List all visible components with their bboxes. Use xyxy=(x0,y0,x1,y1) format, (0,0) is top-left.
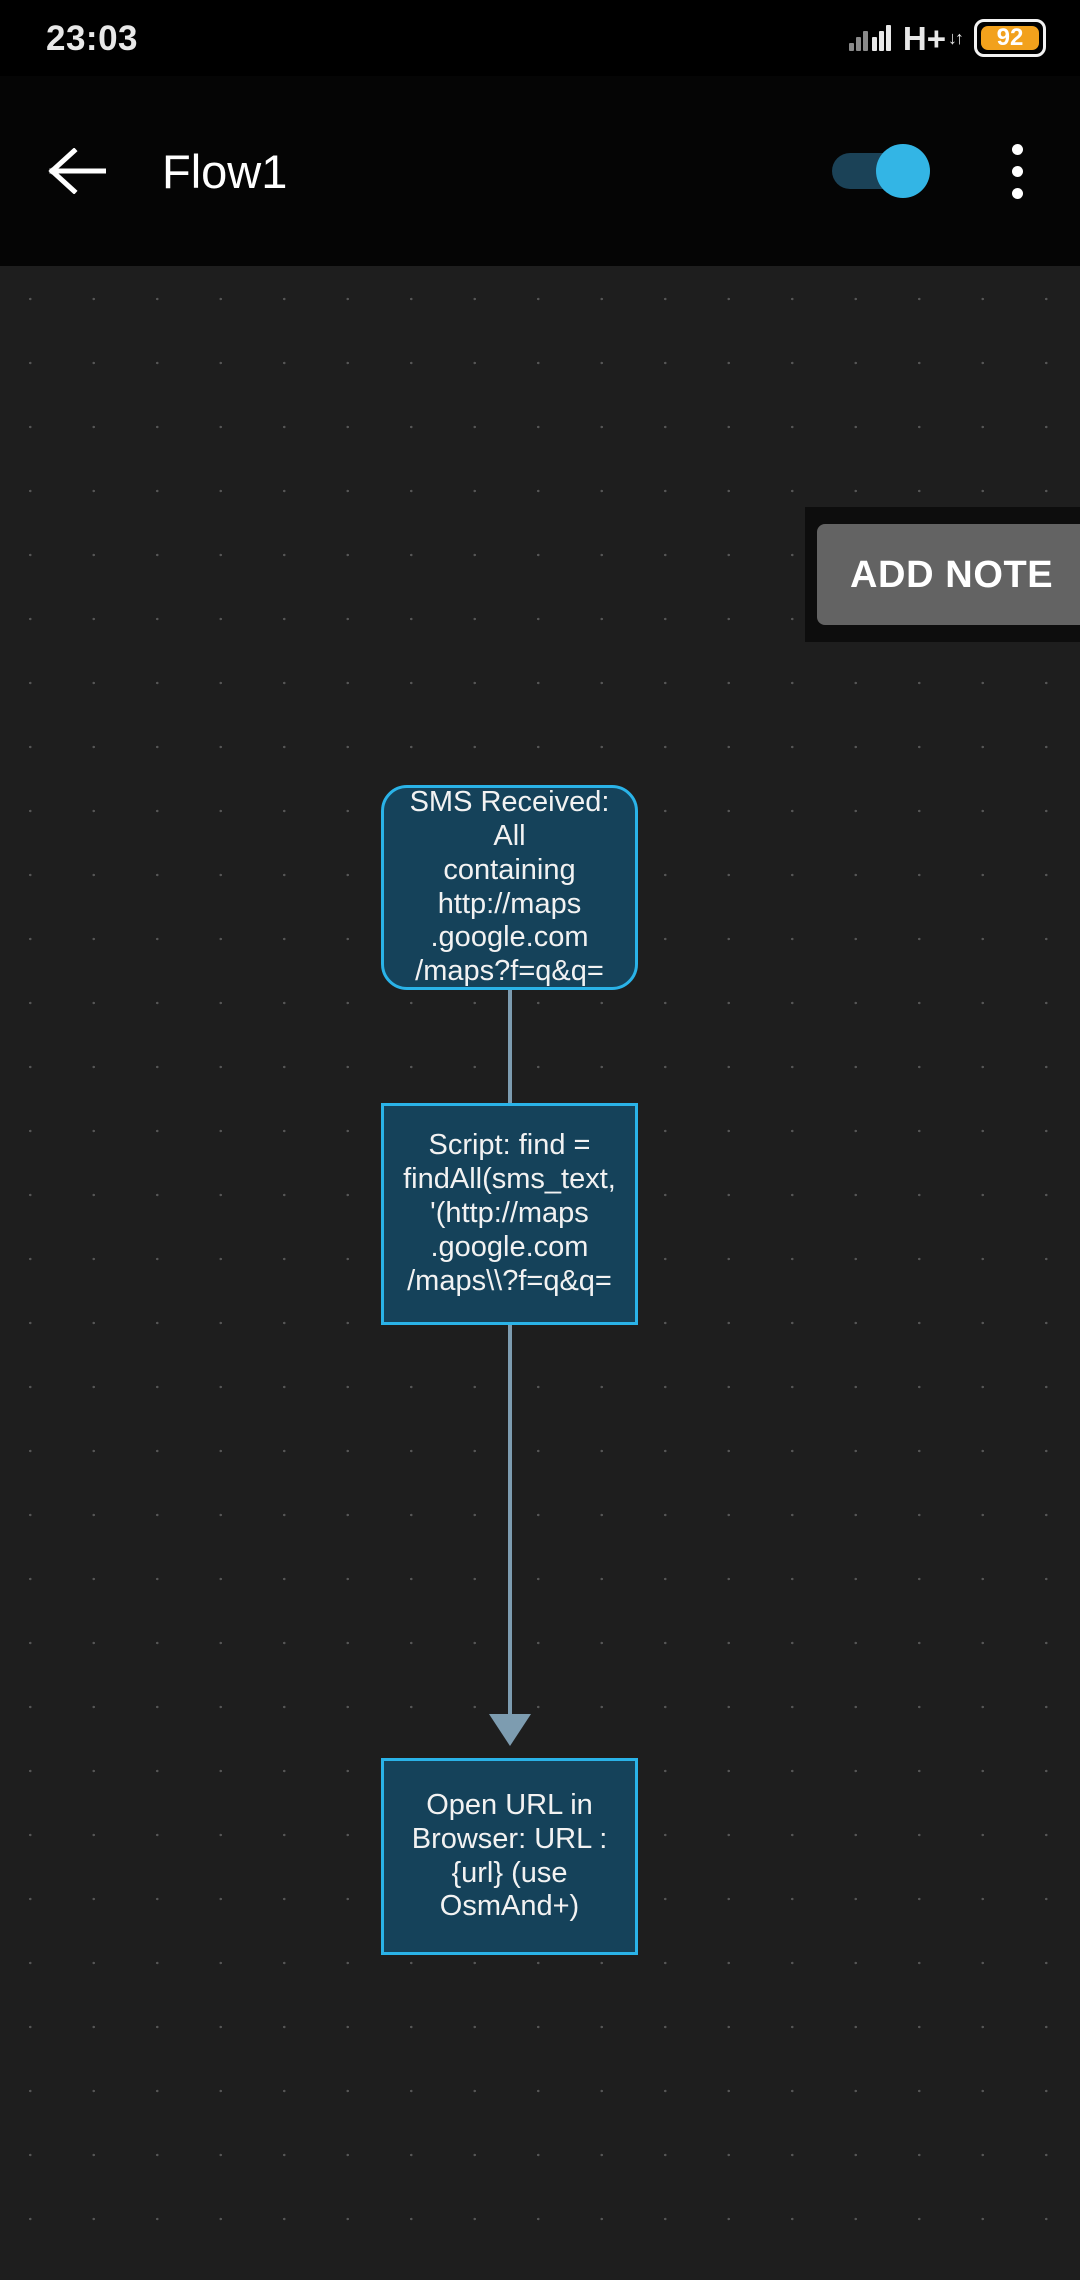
app-bar-actions xyxy=(832,116,1080,226)
menu-dot xyxy=(1011,187,1023,199)
menu-dot xyxy=(1011,143,1023,155)
flow-node-open-url-in-browser[interactable]: Open URL in Browser: URL : {url} (use Os… xyxy=(381,1758,638,1955)
data-transfer-arrows-icon: ↓↑ xyxy=(948,28,964,48)
flow-enabled-toggle[interactable] xyxy=(832,144,930,198)
flow-node-label: Script: find = findAll(sms_text, '(http:… xyxy=(403,1129,616,1297)
toggle-thumb xyxy=(876,144,930,198)
signal-bars-icon xyxy=(848,25,891,51)
flow-node-label: Open URL in Browser: URL : {url} (use Os… xyxy=(411,1788,608,1923)
flow-editor-screen: 23:03 H+ ↓↑ 92 Flow1 SMS Received: All c… xyxy=(0,0,1080,2280)
battery-icon: 92 xyxy=(974,19,1046,57)
status-clock: 23:03 xyxy=(46,18,139,58)
page-title: Flow1 xyxy=(162,144,288,198)
add-note-button[interactable]: ADD NOTE xyxy=(817,524,1080,625)
overflow-menu-icon[interactable] xyxy=(982,116,1052,226)
status-bar-icons: H+ ↓↑ 92 xyxy=(848,19,1046,57)
app-bar: Flow1 xyxy=(0,76,1080,266)
flow-node-sms-received[interactable]: SMS Received: All containing http://maps… xyxy=(381,785,638,990)
add-note-label: ADD NOTE xyxy=(850,553,1054,596)
flow-node-script[interactable]: Script: find = findAll(sms_text, '(http:… xyxy=(381,1103,638,1325)
flow-canvas[interactable]: SMS Received: All containing http://maps… xyxy=(0,266,1080,2280)
connector-line xyxy=(508,1325,512,1731)
back-arrow-icon[interactable] xyxy=(22,116,132,226)
battery-level-label: 92 xyxy=(996,24,1024,51)
flow-node-label: SMS Received: All containing http://maps… xyxy=(409,785,610,988)
status-bar: 23:03 H+ ↓↑ 92 xyxy=(0,0,1080,76)
network-type-label: H+ xyxy=(902,19,946,57)
menu-dot xyxy=(1011,165,1023,177)
connector-arrowhead-icon xyxy=(489,1714,531,1746)
